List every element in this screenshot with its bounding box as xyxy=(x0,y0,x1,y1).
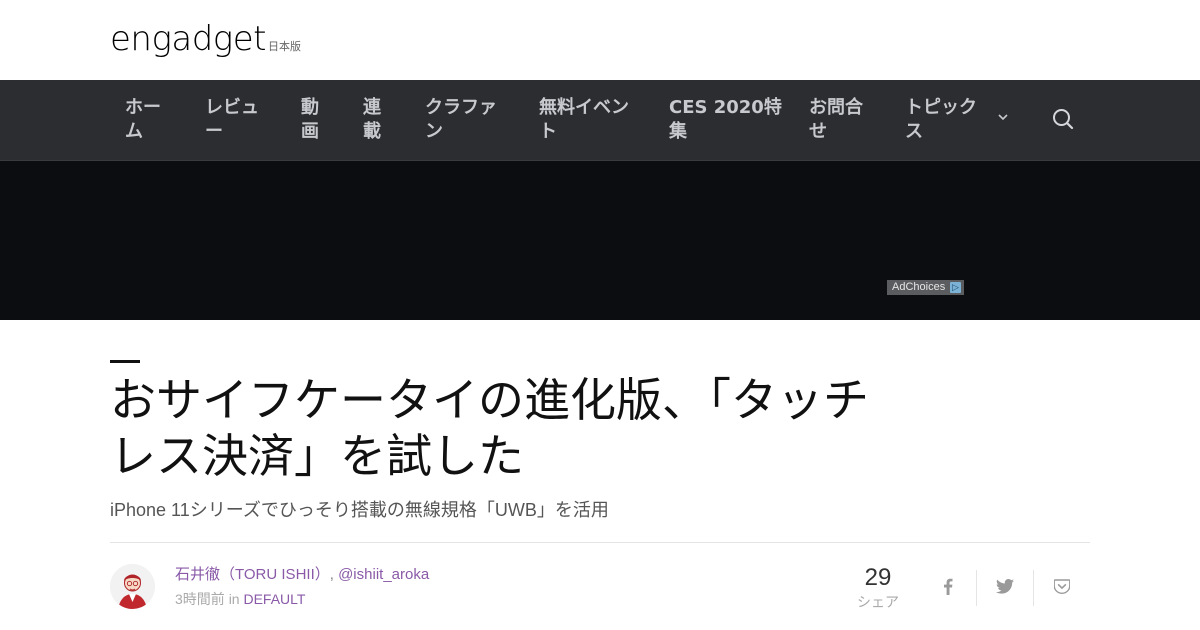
ad-banner: AdChoices ▷ xyxy=(0,161,1200,320)
nav-item-ces-2020[interactable]: CES 2020特 集 xyxy=(669,96,782,144)
nav-item-label: せ xyxy=(809,121,827,142)
nav-item-topics[interactable]: トピック ス xyxy=(905,96,977,144)
share-count: 29 xyxy=(864,564,892,591)
nav-item-contact[interactable]: お問合 せ xyxy=(809,96,863,144)
nav-item-reviews[interactable]: レビュ ー xyxy=(205,96,259,144)
main-nav: ホー ム レビュ ー 動 画 連 載 クラファ ン 無料イベン ト CES 20… xyxy=(0,80,1200,161)
byline-divider xyxy=(110,542,1090,543)
nav-item-label: ー xyxy=(205,121,223,142)
nav-item-label: ス xyxy=(905,121,923,142)
adchoices-label: AdChoices xyxy=(892,281,946,293)
in-label: in xyxy=(228,591,240,607)
facebook-icon xyxy=(943,578,953,599)
adchoices-badge[interactable]: AdChoices ▷ xyxy=(887,280,964,295)
nav-item-label: トピック xyxy=(905,97,977,118)
share-label: シェア xyxy=(857,594,899,610)
nav-item-label: ム xyxy=(125,121,143,142)
nav-item-label: CES 2020特 xyxy=(669,97,782,118)
nav-item-label: 動 xyxy=(301,97,319,118)
nav-item-label: 無料イベン xyxy=(539,97,629,118)
article-byline: 石井徹（TORU ISHII）, @ishiit_aroka xyxy=(175,565,429,585)
author-avatar[interactable] xyxy=(110,564,155,609)
pocket-icon xyxy=(1053,578,1071,598)
author-separator: , xyxy=(329,566,334,583)
search-icon[interactable] xyxy=(1052,108,1074,130)
logo-wordmark[interactable]: engadget xyxy=(110,22,266,56)
nav-item-label: 集 xyxy=(669,121,687,142)
twitter-share-button[interactable] xyxy=(977,570,1033,606)
nav-item-label: 載 xyxy=(363,121,381,142)
article-meta: 3時間前 in DEFAULT xyxy=(175,589,305,609)
nav-item-crowdfunding[interactable]: クラファ ン xyxy=(425,96,497,144)
nav-item-label: レビュ xyxy=(205,97,259,118)
pocket-share-button[interactable] xyxy=(1034,570,1090,606)
nav-item-label: ト xyxy=(539,121,557,142)
headline-line-2: レス決済」を試した xyxy=(110,430,524,482)
nav-item-label: ン xyxy=(425,121,443,142)
nav-item-videos[interactable]: 動 画 xyxy=(301,96,319,144)
headline-accent-bar xyxy=(110,360,140,363)
nav-item-label: 画 xyxy=(301,121,319,142)
facebook-share-button[interactable] xyxy=(920,570,976,606)
category-link[interactable]: DEFAULT xyxy=(243,591,305,607)
publish-time: 3時間前 xyxy=(175,591,225,607)
nav-item-series[interactable]: 連 載 xyxy=(363,96,381,144)
nav-item-label: クラファ xyxy=(425,97,497,118)
nav-item-label: 連 xyxy=(363,97,381,118)
article-headline: おサイフケータイの進化版、「タッチ レス決済」を試した xyxy=(110,372,970,484)
article-subheadline: iPhone 11シリーズでひっそり搭載の無線規格「UWB」を活用 xyxy=(110,500,609,520)
author-name-link[interactable]: 石井徹（TORU ISHII） xyxy=(175,566,330,583)
logo-edition-label: 日本版 xyxy=(267,40,301,53)
engadget-logo[interactable]: engadget 日本版 xyxy=(110,22,301,56)
author-handle-link[interactable]: @ishiit_aroka xyxy=(338,566,429,583)
site-header: engadget 日本版 xyxy=(0,0,1200,80)
chevron-down-icon[interactable] xyxy=(998,110,1008,124)
nav-item-label: お問合 xyxy=(809,97,863,118)
twitter-icon xyxy=(996,578,1014,598)
nav-item-label: ホー xyxy=(125,97,161,118)
headline-line-1: おサイフケータイの進化版、「タッチ xyxy=(110,374,869,426)
adchoices-icon: ▷ xyxy=(950,282,961,293)
nav-item-home[interactable]: ホー ム xyxy=(125,96,161,144)
nav-item-free-events[interactable]: 無料イベン ト xyxy=(539,96,629,144)
